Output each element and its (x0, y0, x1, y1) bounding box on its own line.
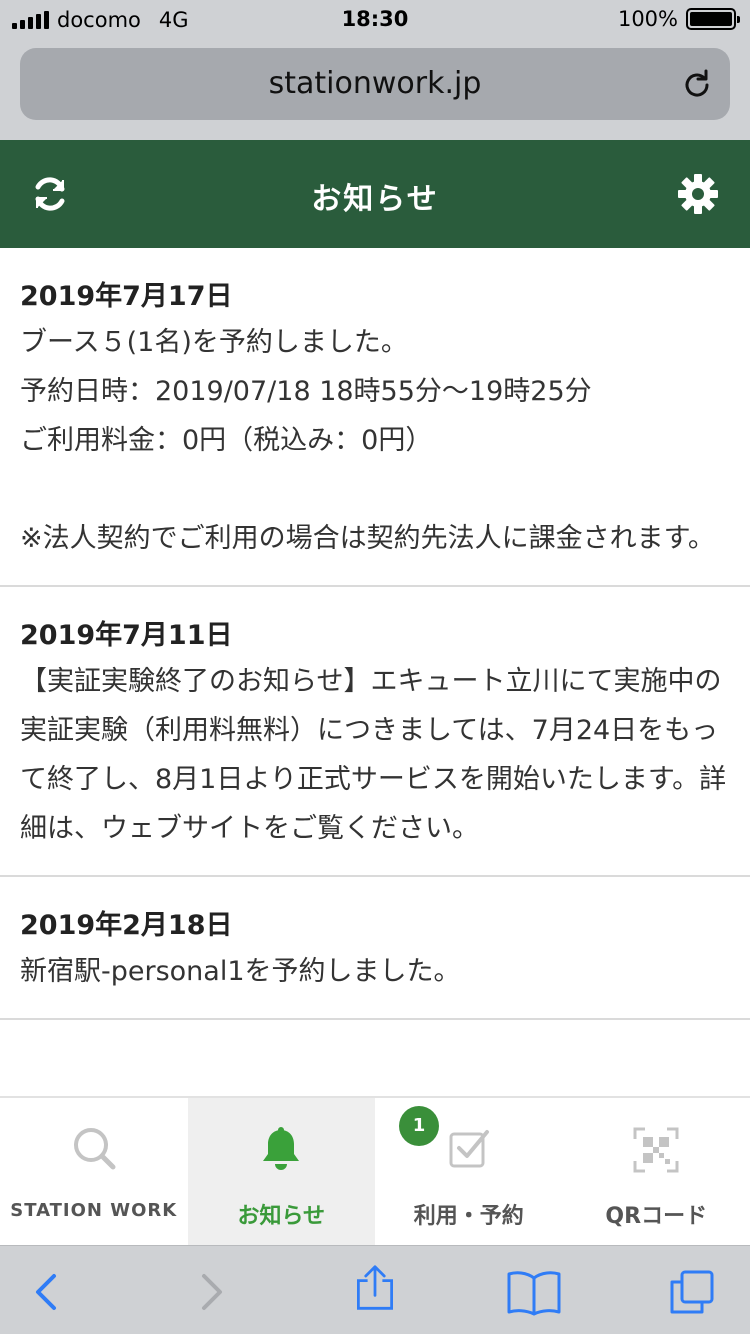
qr-code-icon (633, 1127, 679, 1173)
bottom-tab-bar: STATION WORK お知らせ 1 利用・予約 QRコード (0, 1096, 750, 1245)
status-right: 100% (617, 7, 740, 31)
search-icon (73, 1128, 116, 1170)
reload-icon[interactable] (680, 68, 714, 102)
notice-body: 新宿駅-personal1を予約しました。 (20, 956, 461, 987)
notice-item[interactable]: 2019年7月17日 ブース５(1名)を予約しました。 予約日時：2019/07… (0, 248, 750, 587)
notice-date: 2019年7月11日 (20, 620, 233, 651)
tab-station-work[interactable]: STATION WORK (0, 1098, 188, 1245)
notice-date: 2019年2月18日 (20, 910, 233, 941)
battery-percent: 100% (617, 7, 678, 31)
notice-item[interactable]: 2019年2月18日 新宿駅-personal1を予約しました。 (0, 877, 750, 1020)
tabs-icon[interactable] (668, 1268, 716, 1316)
battery-icon (686, 8, 740, 30)
tab-reservations[interactable]: 1 利用・予約 (375, 1098, 563, 1245)
tab-label: 利用・予約 (413, 1204, 524, 1229)
bookmarks-icon[interactable] (506, 1268, 562, 1316)
gear-icon[interactable] (676, 172, 720, 216)
back-icon[interactable] (24, 1268, 72, 1316)
browser-url-area: stationwork.jp (0, 40, 750, 140)
page-title: お知らせ (311, 182, 439, 217)
tab-notices[interactable]: お知らせ (187, 1098, 375, 1245)
notice-date: 2019年7月17日 (20, 281, 233, 312)
browser-toolbar (0, 1245, 750, 1334)
status-bar: docomo 4G 18:30 100% (0, 0, 750, 40)
notice-body: 【実証実験終了のお知らせ】エキュート立川にて実施中の実証実験（利用料無料）につき… (20, 666, 727, 844)
tab-qr-code[interactable]: QRコード (563, 1098, 750, 1245)
notice-item[interactable]: 2019年7月11日 【実証実験終了のお知らせ】エキュート立川にて実施中の実証実… (0, 587, 750, 877)
tab-label: STATION WORK (10, 1200, 178, 1221)
tab-label: お知らせ (237, 1204, 326, 1229)
app-header: お知らせ (0, 140, 750, 248)
tab-label: QRコード (605, 1204, 708, 1229)
checkbox-icon (449, 1130, 489, 1168)
url-field[interactable]: stationwork.jp (20, 48, 730, 120)
share-icon[interactable] (351, 1264, 399, 1312)
url-text: stationwork.jp (268, 66, 482, 101)
forward-icon[interactable] (186, 1268, 234, 1316)
notice-list[interactable]: 2019年7月17日 ブース５(1名)を予約しました。 予約日時：2019/07… (0, 248, 750, 1096)
bell-icon (263, 1127, 300, 1170)
notice-body: ブース５(1名)を予約しました。 予約日時：2019/07/18 18時55分〜… (20, 327, 715, 554)
